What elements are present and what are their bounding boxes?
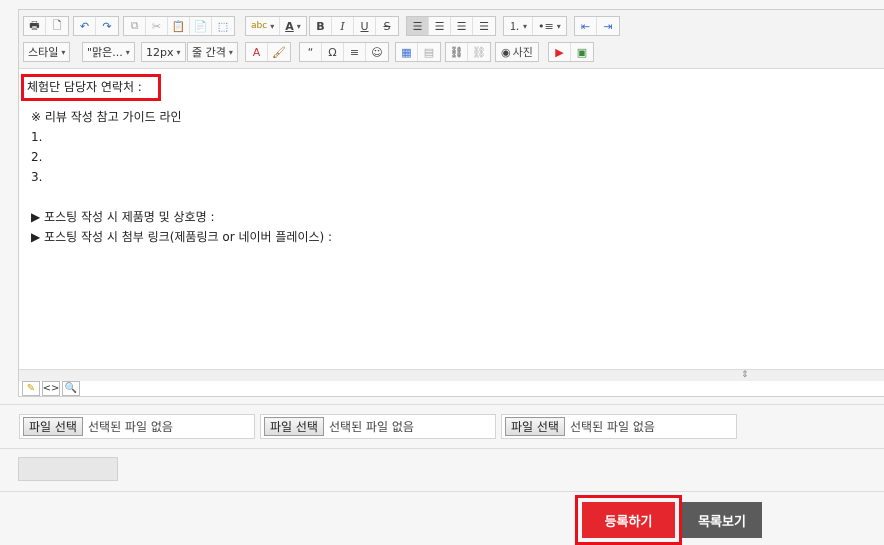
style-select[interactable]: 스타일 ▾ — [23, 42, 71, 62]
photo-button[interactable]: ◉ 사진 — [495, 42, 539, 62]
unordered-list-icon[interactable]: •≡ ▾ — [533, 17, 566, 35]
divider — [0, 448, 884, 449]
toolbar-group-list: ⒈ ▾ •≡ ▾ — [503, 16, 567, 36]
file-select-button-3[interactable]: 파일 선택 — [505, 417, 565, 436]
divider — [0, 491, 884, 492]
table-edit-icon[interactable]: ▤ — [418, 43, 440, 61]
new-document-icon[interactable]: 🗋 — [46, 17, 68, 35]
align-justify-icon[interactable]: ☰ — [473, 17, 495, 35]
file-status-1: 선택된 파일 없음 — [87, 420, 173, 434]
blockquote-icon[interactable]: “ — [300, 43, 322, 61]
print-icon[interactable]: 🖶 — [24, 17, 46, 35]
horizontal-rule-icon[interactable]: ≡ — [344, 43, 366, 61]
spell-check-icon[interactable]: abc ▾ — [246, 17, 281, 35]
guide-item-1: 1. — [31, 130, 43, 144]
guide-title: ※ 리뷰 작성 참고 가이드 라인 — [31, 110, 182, 124]
font-select[interactable]: "맑은... ▾ — [82, 42, 135, 62]
select-all-icon[interactable]: ⬚ — [212, 17, 234, 35]
file-input-1[interactable]: 파일 선택 선택된 파일 없음 — [19, 414, 255, 439]
toolbar-group-align: ☰ ☰ ☰ ☰ — [406, 16, 496, 36]
posting-name-line: ▶ 포스팅 작성 시 제품명 및 상호명 : — [31, 210, 215, 224]
toolbar-group-document: 🖶 🗋 — [23, 16, 69, 36]
file-input-3[interactable]: 파일 선택 선택된 파일 없음 — [501, 414, 737, 439]
toolbar-group-history: ↶ ↷ — [73, 16, 119, 36]
undo-icon[interactable]: ↶ — [74, 17, 96, 35]
editor-toolbar: 🖶 🗋 ↶ ↷ ⧉ ✂ 📋 📄 ⬚ abc ▾ A ▾ B I U S ☰ ☰ ☰ — [19, 10, 884, 69]
align-center-icon[interactable]: ☰ — [429, 17, 451, 35]
posting-link-line: ▶ 포스팅 작성 시 첨부 링크(제품링크 or 네이버 플레이스) : — [31, 230, 333, 244]
photo-insert[interactable]: ◉ 사진 — [496, 43, 538, 61]
align-left-icon[interactable]: ☰ — [407, 17, 429, 35]
indent-icon[interactable]: ⇥ — [597, 17, 619, 35]
toolbar-group-insert: “ Ω ≡ ☺ — [299, 42, 389, 62]
copy-icon[interactable]: ⧉ — [124, 17, 146, 35]
youtube-icon[interactable]: ▶ — [549, 43, 571, 61]
file-select-button-2[interactable]: 파일 선택 — [264, 417, 324, 436]
rich-text-editor[interactable]: 🖶 🗋 ↶ ↷ ⧉ ✂ 📋 📄 ⬚ abc ▾ A ▾ B I U S ☰ ☰ ☰ — [18, 9, 884, 397]
toolbar-group-indent: ⇤ ⇥ — [574, 16, 620, 36]
toolbar-group-clear: A 🖌 — [245, 42, 291, 62]
submit-button[interactable]: 등록하기 — [582, 502, 675, 538]
line-spacing-select[interactable]: 줄 간격 ▾ — [187, 42, 238, 62]
html-mode-icon[interactable]: <> — [42, 381, 60, 396]
cut-icon[interactable]: ✂ — [146, 17, 168, 35]
file-select-button-1[interactable]: 파일 선택 — [23, 417, 83, 436]
unlink-icon[interactable]: ⛓ — [468, 43, 490, 61]
toolbar-group-table: ▦ ▤ — [395, 42, 441, 62]
emoticon-icon[interactable]: ☺ — [366, 43, 388, 61]
table-icon[interactable]: ▦ — [396, 43, 418, 61]
special-char-icon[interactable]: Ω — [322, 43, 344, 61]
empty-field[interactable] — [18, 457, 118, 481]
preview-mode-icon[interactable]: 🔍 — [62, 381, 80, 396]
toolbar-group-spell: abc ▾ A ▾ — [245, 16, 307, 36]
file-status-2: 선택된 파일 없음 — [328, 420, 414, 434]
toolbar-group-clipboard: ⧉ ✂ 📋 📄 ⬚ — [123, 16, 235, 36]
editor-content[interactable]: 체험단 담당자 연락처 : ※ 리뷰 작성 참고 가이드 라인 1. 2. 3.… — [19, 69, 884, 369]
underline-button[interactable]: U — [354, 17, 376, 35]
redo-icon[interactable]: ↷ — [96, 17, 118, 35]
file-input-2[interactable]: 파일 선택 선택된 파일 없음 — [260, 414, 496, 439]
file-status-3: 선택된 파일 없음 — [569, 420, 655, 434]
resize-grip-icon[interactable]: ⇕ — [741, 371, 749, 380]
clear-format-icon[interactable]: A — [246, 43, 268, 61]
italic-button[interactable]: I — [332, 17, 354, 35]
toolbar-group-media: ▶ ▣ — [548, 42, 594, 62]
text-color-button[interactable]: A ▾ — [280, 17, 306, 35]
paste-icon[interactable]: 📋 — [168, 17, 190, 35]
guide-item-2: 2. — [31, 150, 43, 164]
font-size-select[interactable]: 12px ▾ — [141, 42, 186, 62]
guide-item-3: 3. — [31, 170, 43, 184]
toolbar-group-format: B I U S — [309, 16, 399, 36]
toolbar-group-link: ⛓ ⛓ — [445, 42, 491, 62]
link-icon[interactable]: ⛓ — [446, 43, 468, 61]
edit-mode-icon[interactable]: ✎ — [22, 381, 40, 396]
paste-text-icon[interactable]: 📄 — [190, 17, 212, 35]
divider — [0, 404, 884, 405]
ordered-list-icon[interactable]: ⒈ ▾ — [504, 17, 534, 35]
editor-mode-tabs: ✎ <> 🔍 — [22, 381, 80, 396]
bold-button[interactable]: B — [310, 17, 332, 35]
camera-icon: ◉ — [501, 45, 511, 59]
strikethrough-button[interactable]: S — [376, 17, 398, 35]
image-icon[interactable]: ▣ — [571, 43, 593, 61]
contact-line: 체험단 담당자 연락처 : — [27, 80, 142, 94]
outdent-icon[interactable]: ⇤ — [575, 17, 597, 35]
editor-resize-bar[interactable]: ⇕ — [19, 369, 884, 381]
format-painter-icon[interactable]: 🖌 — [268, 43, 290, 61]
list-button[interactable]: 목록보기 — [682, 502, 762, 538]
align-right-icon[interactable]: ☰ — [451, 17, 473, 35]
